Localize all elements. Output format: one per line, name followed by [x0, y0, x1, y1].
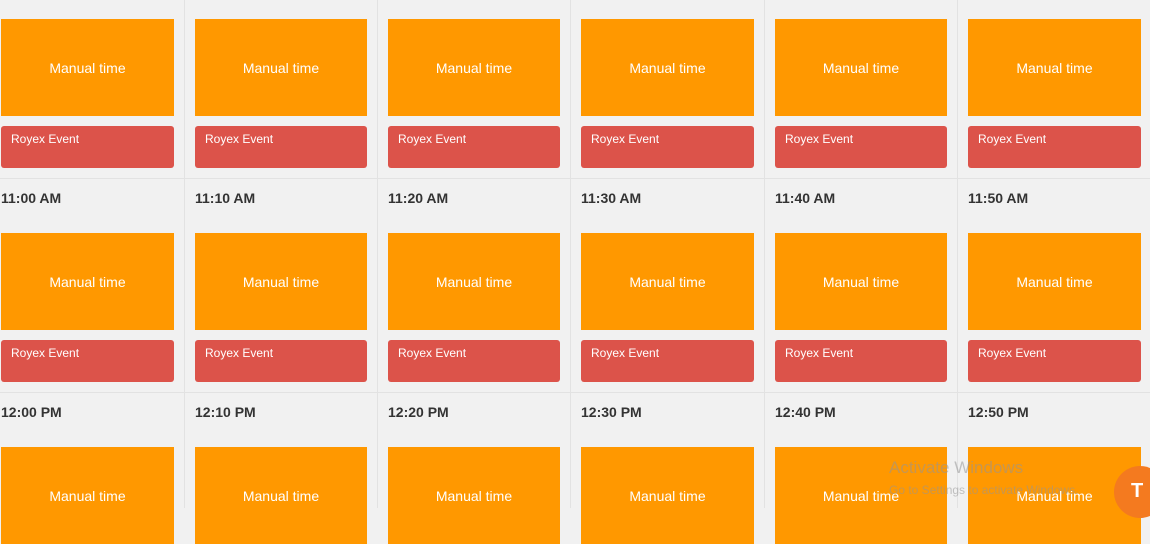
- royex-event-block[interactable]: Royex Event: [581, 340, 754, 382]
- royex-event-block[interactable]: Royex Event: [581, 126, 754, 168]
- time-label: 12:50 PM: [968, 404, 1029, 420]
- royex-event-block[interactable]: Royex Event: [388, 126, 560, 168]
- time-label: 12:20 PM: [388, 404, 449, 420]
- time-label: 12:40 PM: [775, 404, 836, 420]
- manual-time-block[interactable]: Manual time: [581, 447, 754, 544]
- time-label: 11:40 AM: [775, 190, 836, 206]
- royex-event-block[interactable]: Royex Event: [968, 126, 1141, 168]
- time-label: 11:00 AM: [1, 190, 62, 206]
- royex-event-block[interactable]: Royex Event: [1, 126, 174, 168]
- time-label: 12:10 PM: [195, 404, 256, 420]
- manual-time-block[interactable]: Manual time: [1, 19, 174, 116]
- manual-time-block[interactable]: Manual time: [1, 233, 174, 330]
- time-label: 12:00 PM: [1, 404, 62, 420]
- row-divider: [0, 392, 1150, 393]
- royex-event-block[interactable]: Royex Event: [195, 126, 367, 168]
- manual-time-block[interactable]: Manual time: [775, 19, 947, 116]
- royex-event-block[interactable]: Royex Event: [1, 340, 174, 382]
- time-label: 11:30 AM: [581, 190, 642, 206]
- time-label: 11:50 AM: [968, 190, 1029, 206]
- manual-time-block[interactable]: Manual time: [388, 233, 560, 330]
- manual-time-block[interactable]: Manual time: [388, 447, 560, 544]
- manual-time-block[interactable]: Manual time: [968, 19, 1141, 116]
- manual-time-block[interactable]: Manual time: [195, 233, 367, 330]
- row-divider: [0, 178, 1150, 179]
- calendar-grid: Manual time Royex Event Manual time Royex E…: [0, 0, 1150, 544]
- manual-time-block[interactable]: Manual time: [581, 233, 754, 330]
- royex-event-block[interactable]: Royex Event: [775, 340, 947, 382]
- manual-time-block[interactable]: Manual time: [195, 19, 367, 116]
- manual-time-block[interactable]: Manual time: [1, 447, 174, 544]
- royex-event-block[interactable]: Royex Event: [388, 340, 560, 382]
- manual-time-block[interactable]: Manual time: [775, 447, 947, 544]
- royex-event-block[interactable]: Royex Event: [775, 126, 947, 168]
- time-label: 11:10 AM: [195, 190, 256, 206]
- time-label: 11:20 AM: [388, 190, 449, 206]
- manual-time-block[interactable]: Manual time: [968, 233, 1141, 330]
- manual-time-block[interactable]: Manual time: [195, 447, 367, 544]
- royex-event-block[interactable]: Royex Event: [968, 340, 1141, 382]
- time-label: 12:30 PM: [581, 404, 642, 420]
- manual-time-block[interactable]: Manual time: [388, 19, 560, 116]
- manual-time-block[interactable]: Manual time: [581, 19, 754, 116]
- royex-event-block[interactable]: Royex Event: [195, 340, 367, 382]
- manual-time-block[interactable]: Manual time: [775, 233, 947, 330]
